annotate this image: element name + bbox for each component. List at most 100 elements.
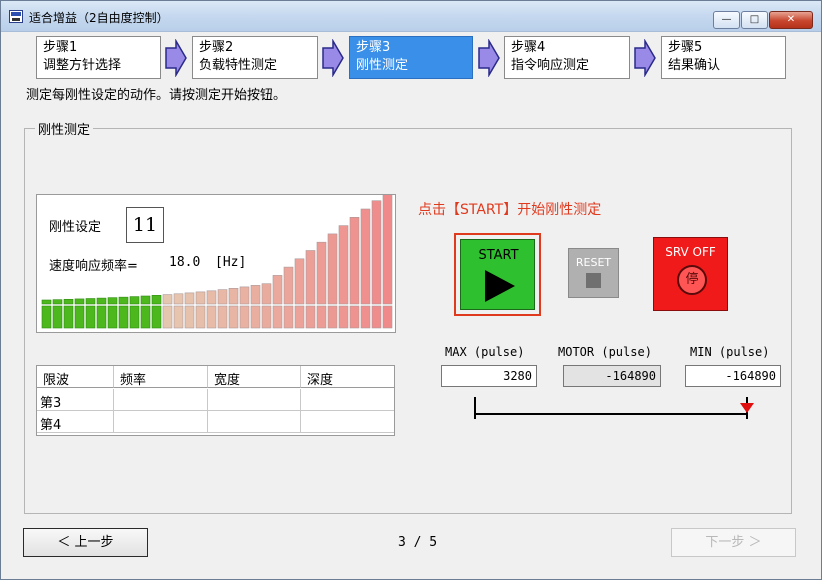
stiffness-bar-base <box>41 305 52 329</box>
stiffness-bar <box>294 258 305 305</box>
stiffness-bar <box>305 250 316 305</box>
stiffness-bar <box>283 266 294 305</box>
stiffness-bar-base <box>85 305 96 329</box>
stiffness-bar <box>217 289 228 305</box>
stiffness-bar-base <box>228 305 239 329</box>
step-4-label: 指令响应测定 <box>511 58 590 73</box>
motor-position-marker-icon <box>740 403 754 413</box>
stiffness-bar <box>184 292 195 305</box>
stiffness-bar <box>228 288 239 305</box>
step-1-label: 调整方针选择 <box>43 58 122 73</box>
groupbox-title: 刚性测定 <box>35 119 94 138</box>
step-4[interactable]: 步骤4 指令响应测定 <box>504 36 630 79</box>
app-icon <box>9 10 23 23</box>
step-5-label: 结果确认 <box>668 58 721 73</box>
col-header-notch: 限波 <box>37 366 114 388</box>
stiffness-bar <box>360 208 371 305</box>
stiffness-bar <box>118 296 129 305</box>
page-indicator: 3 / 5 <box>398 535 438 550</box>
prev-step-button[interactable]: ＜ 上一步 <box>23 528 148 557</box>
step-3-label: 刚性测定 <box>356 58 409 73</box>
stiffness-bar-base <box>162 305 173 329</box>
play-icon <box>485 270 515 302</box>
maximize-button[interactable]: □ <box>741 11 768 29</box>
stiffness-bar <box>195 291 206 305</box>
instruction-text: 测定每刚性设定的动作。请按测定开始按钮。 <box>26 88 287 103</box>
stiffness-bar-base <box>63 305 74 329</box>
stiffness-bar-base <box>327 305 338 329</box>
srv-off-button[interactable]: SRV OFF 停 <box>653 237 728 311</box>
srv-off-label: SRV OFF <box>665 245 716 259</box>
motor-pulse-label: MOTOR (pulse) <box>558 345 652 359</box>
reset-label: RESET <box>575 256 612 269</box>
cell-frequency <box>114 411 208 433</box>
reset-button[interactable]: RESET <box>568 248 619 298</box>
stiffness-bar <box>96 297 107 305</box>
stiffness-bar <box>239 286 250 305</box>
notch-filter-table: 限波 频率 宽度 深度 第3 第4 <box>36 365 395 436</box>
title-bar[interactable]: 适合增益（2自由度控制） — □ ✕ <box>1 1 821 32</box>
stiffness-bar <box>371 200 382 305</box>
stiffness-bar-base <box>74 305 85 329</box>
position-range-line <box>474 413 748 415</box>
stiffness-bar <box>173 293 184 305</box>
step-3[interactable]: 步骤3 刚性测定 <box>349 36 473 79</box>
cell-width <box>208 411 301 433</box>
stiffness-bar <box>52 299 63 305</box>
table-row[interactable]: 第4 <box>37 411 394 433</box>
stiffness-bar <box>316 241 327 305</box>
step-1-number: 步骤1 <box>43 40 78 55</box>
stop-circle-icon: 停 <box>677 265 707 295</box>
step-arrow-icon <box>165 39 187 77</box>
step-4-number: 步骤4 <box>511 40 546 55</box>
stiffness-bar-base <box>129 305 140 329</box>
cell-frequency <box>114 389 208 411</box>
stiffness-bar <box>382 195 393 305</box>
stop-square-icon <box>586 273 601 288</box>
start-button[interactable]: START <box>460 239 535 310</box>
col-header-depth: 深度 <box>301 366 394 388</box>
table-row[interactable]: 第3 <box>37 389 394 411</box>
speed-response-label: 速度响应频率= <box>49 259 138 274</box>
max-pulse-field[interactable]: 3280 <box>441 365 537 387</box>
stiffness-bar-base <box>151 305 162 329</box>
cell-notch: 第4 <box>37 411 114 433</box>
stiffness-bar-base <box>239 305 250 329</box>
step-arrow-icon <box>478 39 500 77</box>
minimize-button[interactable]: — <box>713 11 740 29</box>
stiffness-bar <box>327 233 338 305</box>
stiffness-bar-base <box>195 305 206 329</box>
step-2-number: 步骤2 <box>199 40 234 55</box>
stiffness-bar-base <box>173 305 184 329</box>
stiffness-bar-base <box>184 305 195 329</box>
stiffness-bar-base <box>206 305 217 329</box>
col-header-frequency: 频率 <box>114 366 208 388</box>
step-1[interactable]: 步骤1 调整方针选择 <box>36 36 161 79</box>
min-pulse-field[interactable]: -164890 <box>685 365 781 387</box>
stiffness-value: 11 <box>126 207 164 243</box>
step-5[interactable]: 步骤5 结果确认 <box>661 36 786 79</box>
cell-notch: 第3 <box>37 389 114 411</box>
stiffness-bar-base <box>118 305 129 329</box>
stiffness-bar-base <box>272 305 283 329</box>
step-arrow-icon <box>634 39 656 77</box>
step-2[interactable]: 步骤2 负载特性测定 <box>192 36 318 79</box>
stiffness-bar-base <box>140 305 151 329</box>
next-step-button[interactable]: 下一步 ＞ <box>671 528 796 557</box>
stiffness-bar <box>272 275 283 305</box>
stiffness-bar <box>129 296 140 305</box>
stiffness-bar-base <box>217 305 228 329</box>
window-title: 适合增益（2自由度控制） <box>29 11 169 25</box>
speed-response-value: 18.0 <box>169 255 201 270</box>
stiffness-label: 刚性设定 <box>49 220 102 235</box>
cell-width <box>208 389 301 411</box>
stiffness-bar <box>85 298 96 305</box>
close-button[interactable]: ✕ <box>769 11 813 29</box>
stiffness-bar <box>206 290 217 305</box>
stiffness-bar <box>151 295 162 305</box>
stiffness-bar-base <box>250 305 261 329</box>
step-3-number: 步骤3 <box>356 40 391 55</box>
stiffness-bar <box>107 297 118 305</box>
stiffness-bar-base <box>316 305 327 329</box>
step-5-number: 步骤5 <box>668 40 703 55</box>
